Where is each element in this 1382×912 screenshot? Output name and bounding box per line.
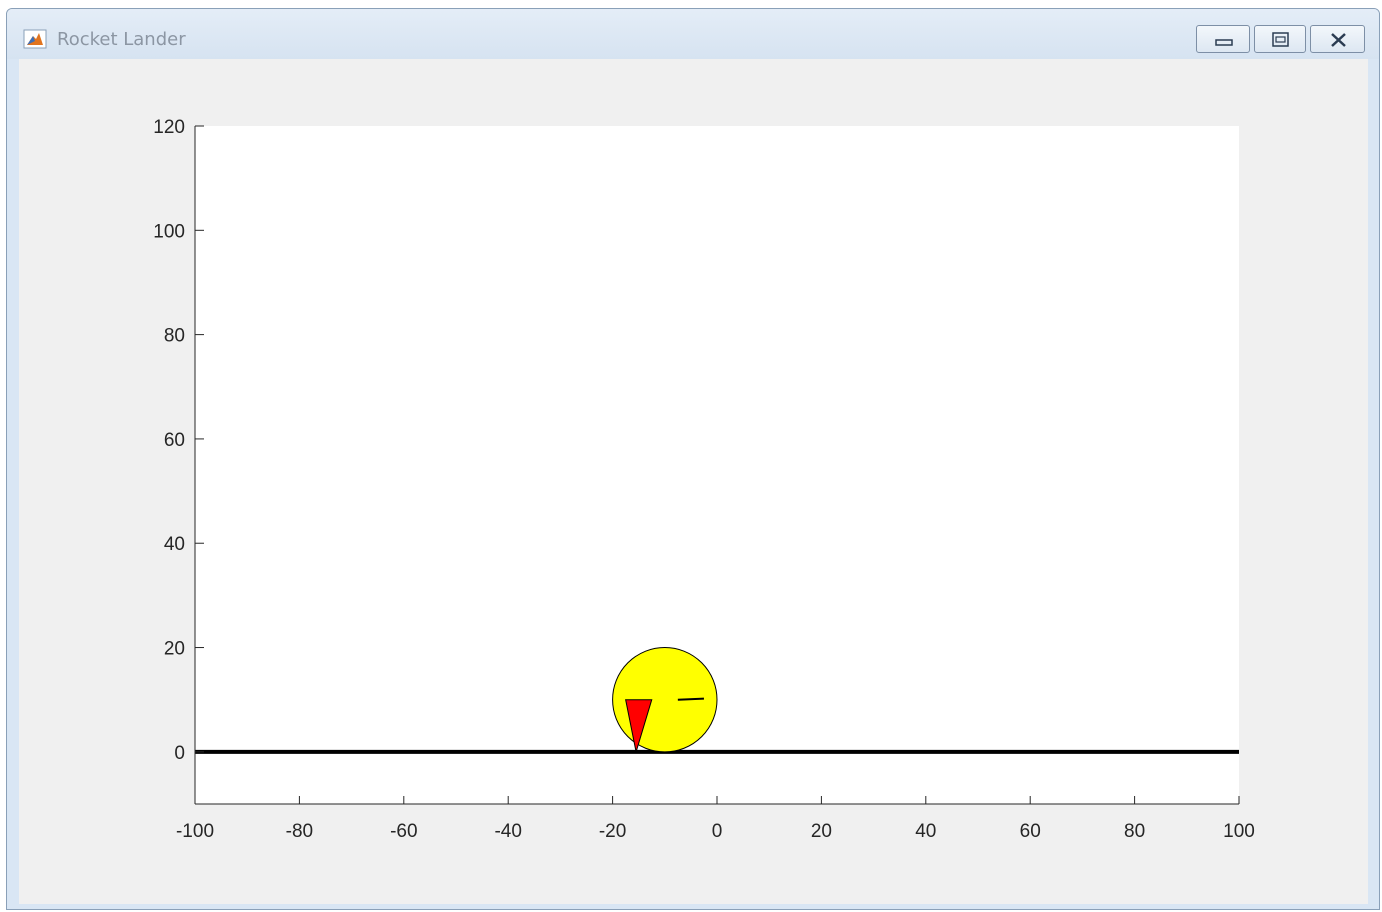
y-tick-label: 20 <box>164 639 185 660</box>
x-tick-label: 60 <box>1020 821 1041 842</box>
x-tick-label: -20 <box>599 821 626 842</box>
y-tick-label: 40 <box>164 534 185 555</box>
app-window: Rocket Lander -100 -80 -60 -40 -20 0 20 40 60 80 1… <box>6 8 1380 910</box>
x-tick-label: -80 <box>286 821 313 842</box>
maximize-icon <box>1272 32 1289 47</box>
close-button[interactable] <box>1310 25 1365 53</box>
y-tick-label: 100 <box>153 221 185 242</box>
x-tick-label: 0 <box>712 821 723 842</box>
minimize-icon <box>1215 39 1233 46</box>
x-tick-label: 40 <box>915 821 936 842</box>
y-tick-label: 60 <box>164 430 185 451</box>
window-title: Rocket Lander <box>57 29 186 50</box>
close-icon <box>1331 33 1346 47</box>
x-tick-label: -40 <box>494 821 521 842</box>
x-tick-label: 20 <box>811 821 832 842</box>
matlab-icon <box>23 29 47 49</box>
rocket-lander-axes[interactable]: -100 -80 -60 -40 -20 0 20 40 60 80 100 0 20 40 60 80 100… <box>19 59 1368 904</box>
x-tick-label: 100 <box>1223 821 1255 842</box>
x-tick-label: -60 <box>390 821 417 842</box>
title-bar[interactable]: Rocket Lander <box>7 9 1379 59</box>
figure-client-area: -100 -80 -60 -40 -20 0 20 40 60 80 100 0 20 40 60 80 100… <box>19 59 1368 904</box>
y-tick-label: 120 <box>153 117 185 138</box>
y-tick-label: 80 <box>164 326 185 347</box>
right-thruster <box>677 697 704 701</box>
minimize-button[interactable] <box>1196 25 1250 53</box>
y-tick-label: 0 <box>174 743 185 764</box>
x-tick-label: -100 <box>176 821 214 842</box>
x-tick-label: 80 <box>1124 821 1145 842</box>
maximize-button[interactable] <box>1254 25 1306 53</box>
